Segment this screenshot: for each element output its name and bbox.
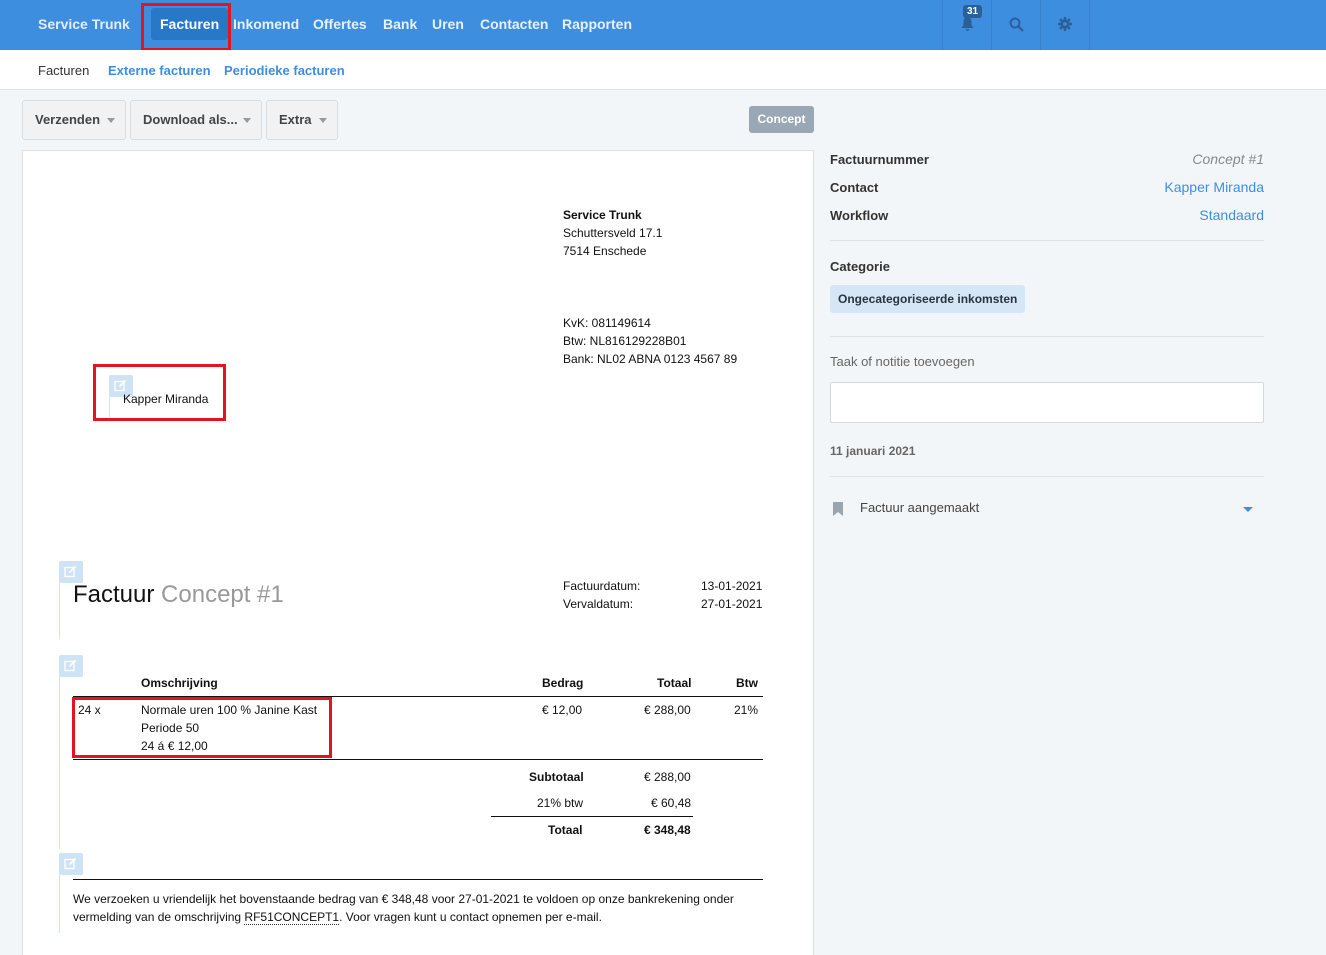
nav-offertes[interactable]: Offertes (313, 16, 367, 32)
due-date-label: Vervaldatum: (563, 597, 634, 611)
edit-icon (64, 565, 77, 578)
invoice-preview: Service Trunk Schuttersveld 17.1 7514 En… (22, 150, 814, 955)
col-header-total: Totaal (657, 676, 692, 690)
company-btw: Btw: NL816129228B01 (563, 334, 687, 348)
note-input[interactable] (830, 382, 1264, 423)
chevron-down-icon (107, 118, 115, 123)
nav-rapporten[interactable]: Rapporten (562, 16, 632, 32)
nav-inkomend[interactable]: Inkomend (233, 16, 299, 32)
workflow-label: Workflow (830, 208, 889, 223)
timeline-event: Factuur aangemaakt (860, 500, 980, 515)
search-button[interactable] (992, 0, 1041, 50)
notifications-button[interactable]: 31 (943, 0, 992, 50)
company-city: 7514 Enschede (563, 244, 647, 258)
subtotal-value: € 288,00 (644, 770, 691, 784)
edit-header-button[interactable] (59, 561, 83, 583)
nav-bank[interactable]: Bank (383, 16, 417, 32)
status-badge: Concept (749, 106, 814, 133)
footer-line-1: We verzoeken u vriendelijk het bovenstaa… (73, 892, 734, 906)
row-description-1: Normale uren 100 % Janine Kast (141, 703, 318, 717)
chevron-down-icon[interactable] (1243, 507, 1253, 512)
edit-icon (64, 659, 77, 672)
company-kvk: KvK: 081149614 (563, 316, 651, 330)
notification-count-badge: 31 (963, 5, 983, 18)
nav-facturen[interactable]: Facturen (151, 8, 229, 40)
row-qty: 24 x (78, 703, 101, 717)
send-dropdown-button[interactable]: Verzenden (22, 100, 126, 140)
total-label: Totaal (548, 823, 583, 837)
invoice-title-prefix: Factuur (73, 581, 155, 608)
company-street: Schuttersveld 17.1 (563, 226, 663, 240)
invoice-number-label: Factuurnummer (830, 152, 929, 167)
settings-button[interactable] (1041, 0, 1090, 50)
footer-line-2: vermelding van de omschrijving RF51CONCE… (73, 910, 602, 925)
bell-icon (961, 17, 974, 35)
send-label: Verzenden (35, 112, 101, 127)
invoice-title: Factuur Concept #1 (73, 581, 284, 609)
chevron-down-icon (243, 118, 251, 123)
invoice-title-ref: Concept #1 (161, 581, 284, 608)
timeline-date: 11 januari 2021 (830, 444, 916, 458)
vat-value: € 60,48 (651, 796, 692, 810)
total-value: € 348,48 (644, 823, 691, 837)
invoice-number-value: Concept #1 (1192, 151, 1264, 167)
col-header-amount: Bedrag (542, 676, 584, 690)
footer-line-2-prefix: vermelding van de omschrijving (73, 910, 245, 924)
category-badge[interactable]: Ongecategoriseerde inkomsten (830, 285, 1026, 313)
recipient-name[interactable]: Kapper Miranda (123, 392, 208, 406)
note-label: Taak of notitie toevoegen (830, 354, 975, 369)
payment-reference: RF51CONCEPT1 (244, 910, 340, 925)
subtotal-label: Subtotaal (529, 770, 584, 784)
footer-line-2-suffix: . Voor vragen kunt u contact opnemen per… (339, 910, 602, 924)
download-dropdown-button[interactable]: Download als... (130, 100, 262, 140)
col-header-vat: Btw (736, 676, 758, 690)
download-label: Download als... (143, 112, 238, 127)
row-vat: 21% (734, 703, 759, 717)
invoice-date: 13-01-2021 (701, 579, 763, 593)
row-description-2: Periode 50 (141, 721, 200, 735)
extra-dropdown-button[interactable]: Extra (266, 100, 338, 140)
gear-icon (1058, 17, 1072, 34)
edit-lines-button[interactable] (59, 655, 83, 677)
company-bank: Bank: NL02 ABNA 0123 4567 89 (563, 352, 738, 366)
col-header-description: Omschrijving (141, 676, 218, 690)
top-navbar: Service Trunk Facturen Inkomend Offertes… (0, 0, 1326, 50)
search-icon (1009, 17, 1024, 35)
edit-icon (64, 857, 77, 870)
sub-navbar: Facturen Externe facturen Periodieke fac… (0, 50, 1326, 90)
nav-uren[interactable]: Uren (432, 16, 464, 32)
row-description-3: 24 á € 12,00 (141, 739, 208, 753)
nav-contacten[interactable]: Contacten (480, 16, 548, 32)
chevron-down-icon (319, 118, 327, 123)
category-label: Categorie (830, 259, 890, 274)
company-name: Service Trunk (563, 208, 642, 222)
nav-actions: 31 (942, 0, 1090, 50)
edit-icon (114, 379, 127, 392)
vat-label: 21% btw (537, 796, 584, 810)
contact-link[interactable]: Kapper Miranda (1164, 179, 1264, 195)
workflow-link[interactable]: Standaard (1199, 207, 1264, 223)
subnav-periodieke-facturen[interactable]: Periodieke facturen (224, 63, 345, 78)
subnav-facturen[interactable]: Facturen (38, 63, 89, 78)
row-total: € 288,00 (644, 703, 691, 717)
subnav-externe-facturen[interactable]: Externe facturen (108, 63, 211, 78)
bookmark-icon (833, 502, 843, 519)
brand-link[interactable]: Service Trunk (38, 16, 130, 32)
invoice-date-label: Factuurdatum: (563, 579, 641, 593)
extra-label: Extra (279, 112, 312, 127)
contact-label: Contact (830, 180, 879, 195)
row-amount: € 12,00 (542, 703, 583, 717)
edit-footer-button[interactable] (59, 853, 83, 875)
due-date: 27-01-2021 (701, 597, 763, 611)
